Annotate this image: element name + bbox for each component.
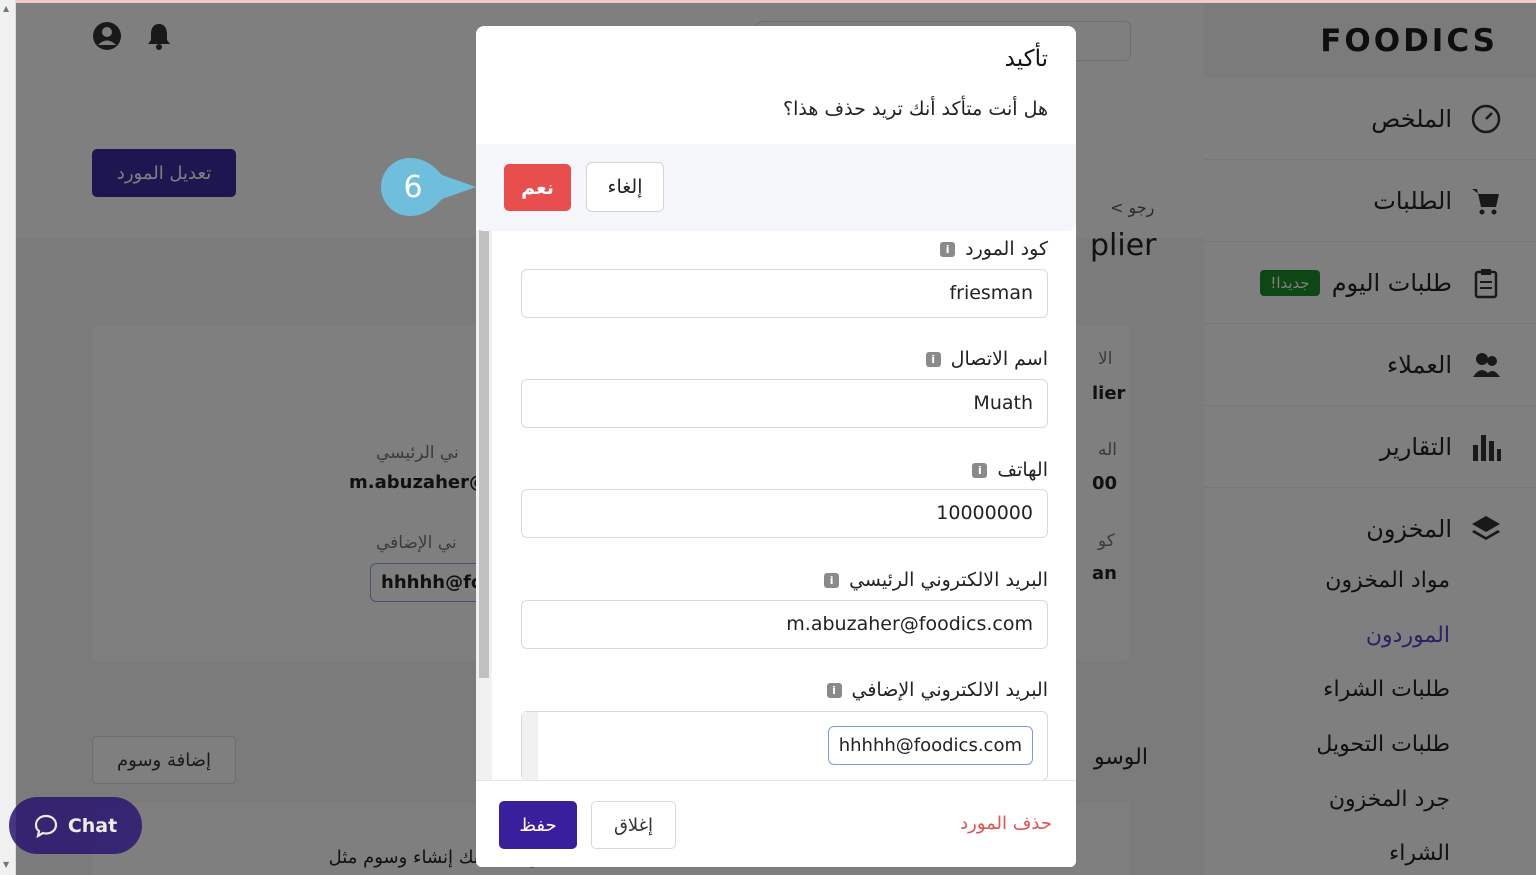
extra-email-label: البريد الالكتروني الإضافي i — [826, 679, 1049, 701]
info-icon[interactable]: i — [925, 351, 941, 367]
scroll-up-arrow-icon[interactable]: ▲ — [3, 4, 9, 13]
supplier-code-input[interactable]: friesman — [521, 269, 1048, 318]
scroll-down-arrow-icon[interactable]: ▼ — [3, 860, 9, 869]
supplier-code-label: كود المورد i — [940, 238, 1048, 260]
contact-name-input[interactable]: Muath — [521, 379, 1048, 428]
chat-label: Chat — [67, 814, 118, 837]
step-number: 6 — [403, 169, 423, 205]
chat-bubble-icon — [34, 814, 57, 838]
save-button[interactable]: حفظ — [499, 801, 577, 849]
field-label-text: البريد الالكتروني الرئيسي — [849, 569, 1048, 591]
confirm-yes-button[interactable]: نعم — [504, 164, 571, 211]
modal-footer: حفظ إغلاق حذف المورد — [476, 780, 1076, 867]
delete-supplier-link[interactable]: حذف المورد — [960, 813, 1052, 834]
confirm-title: تأكيد — [1004, 46, 1048, 72]
confirm-cancel-button[interactable]: إلغاء — [586, 162, 664, 212]
field-label-text: البريد الالكتروني الإضافي — [851, 679, 1049, 701]
extra-email-input[interactable]: hhhhh@foodics.com — [521, 711, 1048, 781]
info-icon[interactable]: i — [972, 462, 988, 478]
field-label-text: اسم الاتصال — [950, 348, 1048, 370]
close-button[interactable]: إغلاق — [591, 801, 676, 849]
info-icon[interactable]: i — [940, 241, 956, 257]
confirm-footer: نعم إلغاء — [476, 144, 1076, 231]
primary-email-input[interactable]: m.abuzaher@foodics.com — [521, 600, 1048, 649]
contact-name-label: اسم الاتصال i — [925, 348, 1048, 370]
edit-supplier-modal: كود المورد i friesman اسم الاتصال i Muat… — [476, 150, 1076, 867]
info-icon[interactable]: i — [826, 682, 842, 698]
field-label-text: الهاتف — [997, 459, 1048, 481]
field-label-text: كود المورد — [965, 238, 1048, 260]
primary-email-label: البريد الالكتروني الرئيسي i — [824, 569, 1048, 591]
info-icon[interactable]: i — [824, 572, 840, 588]
page-scrollbar[interactable]: ▲ ▼ — [0, 0, 16, 875]
step-callout: 6 — [380, 157, 480, 217]
phone-label: الهاتف i — [972, 459, 1048, 481]
confirm-message: هل أنت متأكد أنك تريد حذف هذا؟ — [783, 98, 1048, 120]
chat-button[interactable]: Chat — [9, 797, 142, 854]
modal-scrollbar[interactable] — [476, 230, 492, 780]
extra-email-scrollbar[interactable] — [522, 712, 538, 780]
phone-input[interactable]: 10000000 — [521, 489, 1048, 538]
extra-email-chip[interactable]: hhhhh@foodics.com — [827, 726, 1033, 765]
confirm-dialog: تأكيد هل أنت متأكد أنك تريد حذف هذا؟ نعم… — [476, 26, 1076, 231]
modal-scrollbar-thumb[interactable] — [479, 230, 489, 678]
